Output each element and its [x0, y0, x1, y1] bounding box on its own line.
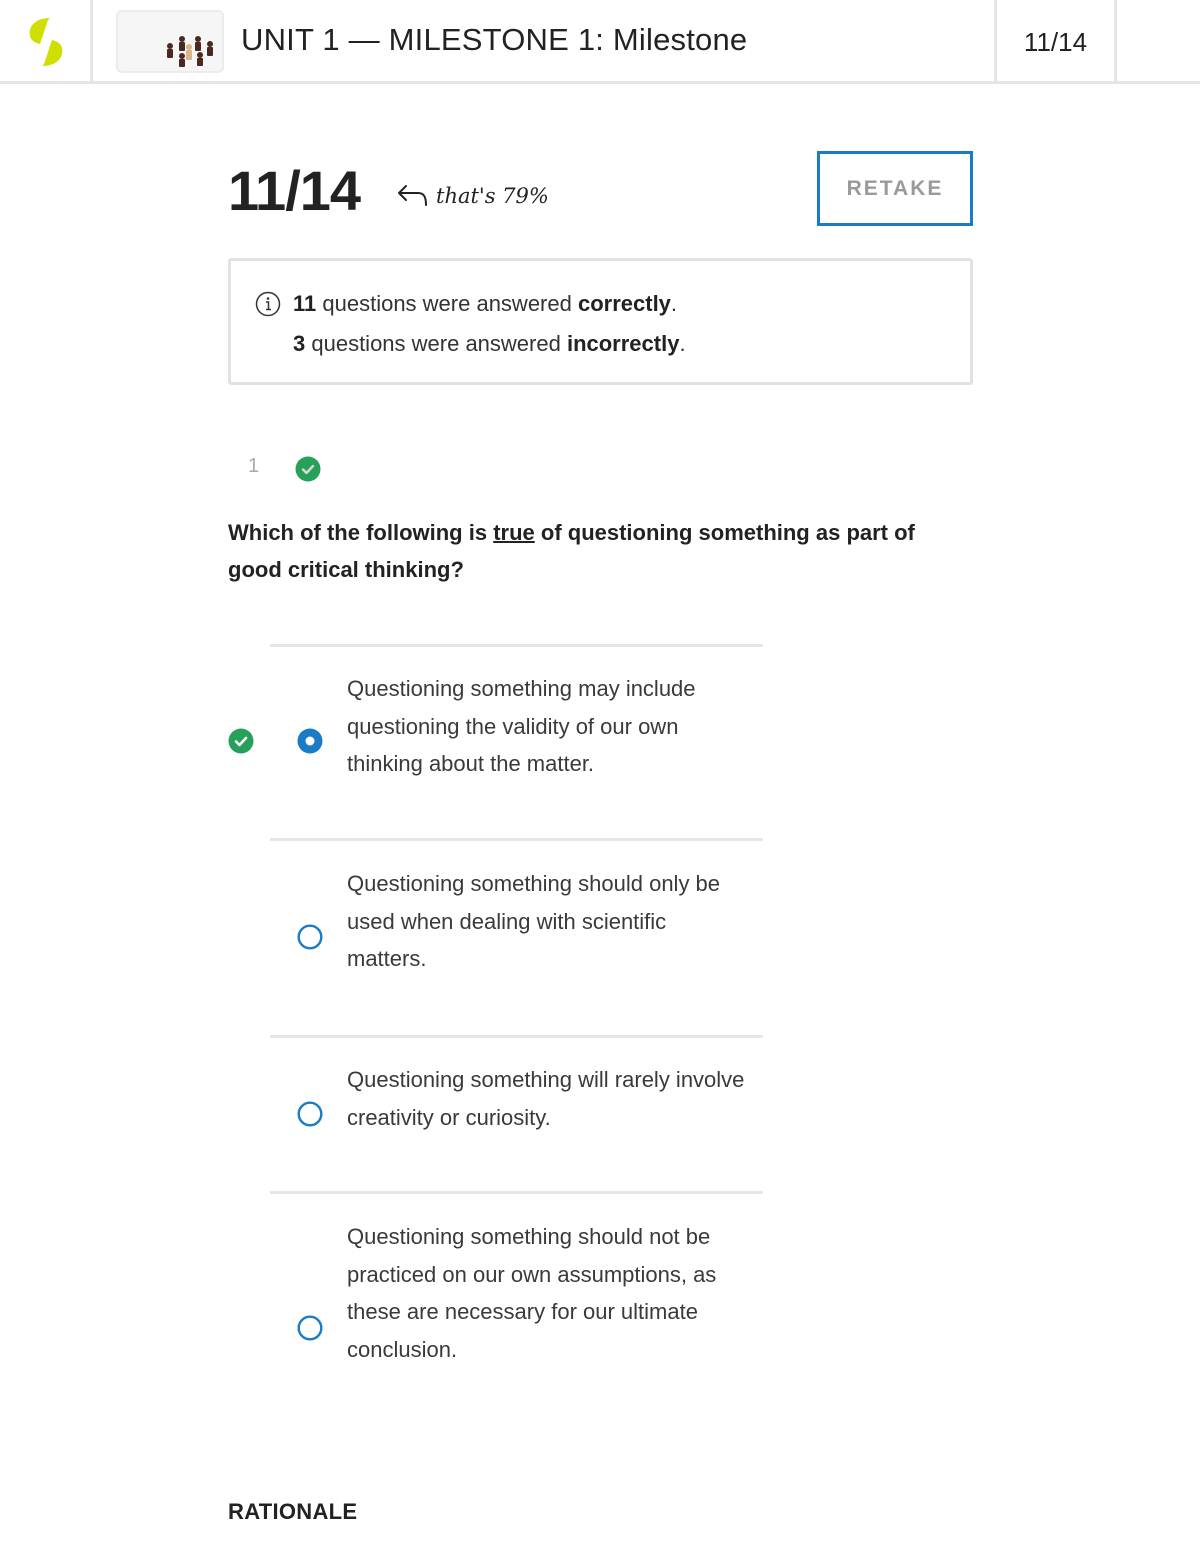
option-text: Questioning something should only be use… [347, 871, 721, 971]
correct-answer-check-icon [228, 728, 254, 754]
incorrect-count: 3 [293, 331, 306, 356]
option-text: Questioning something should not be prac… [347, 1224, 717, 1362]
answer-option[interactable]: Questioning something should not be prac… [228, 1218, 788, 1418]
period: . [670, 291, 678, 316]
option-divider [270, 1191, 763, 1194]
option-text: Questioning something may include questi… [347, 676, 696, 776]
question-emphasis: true [493, 520, 535, 545]
answer-option[interactable]: Questioning something will rarely involv… [228, 1061, 788, 1151]
answer-option[interactable]: Questioning something should only be use… [228, 865, 788, 995]
correct-word: correctly [577, 291, 671, 316]
incorrect-word: incorrectly [566, 331, 680, 356]
option-text: Questioning something will rarely involv… [347, 1067, 745, 1130]
chess-pieces-thumbnail [167, 36, 213, 67]
question-text: Which of the following is true of questi… [228, 514, 973, 588]
radio-unselected-icon[interactable] [297, 924, 323, 950]
question-number: 1 [248, 455, 260, 477]
percent-note: that's 79% [396, 183, 549, 209]
score-display: 11/14 [228, 159, 361, 222]
header-score: 11/14 [1023, 27, 1088, 57]
results-summary-box: 11 questions were answered correctly. 3 … [228, 258, 973, 385]
question-text-before: Which of the following is [228, 520, 494, 545]
percent-note-text: that's 79% [436, 184, 549, 208]
incorrect-summary-text: questions were answered [305, 331, 567, 356]
radio-unselected-icon[interactable] [297, 1315, 323, 1341]
retake-button[interactable]: RETAKE [817, 151, 973, 226]
header-score-cell: 11/14 [994, 0, 1117, 82]
correct-summary-line: 11 questions were answered correctly. [293, 291, 677, 317]
period: . [679, 331, 686, 356]
correct-summary-text: questions were answered [316, 291, 578, 316]
info-icon [255, 291, 281, 317]
incorrect-summary-line: 3 questions were answered incorrectly. [293, 331, 686, 357]
sophia-logo-icon[interactable] [26, 16, 66, 68]
milestone-title: UNIT 1 — MILESTONE 1: Milestone [241, 22, 748, 57]
radio-selected-icon[interactable] [297, 728, 323, 754]
option-divider [270, 1035, 763, 1038]
rationale-heading: RATIONALE [228, 1499, 358, 1524]
curved-arrow-left-icon [398, 185, 427, 206]
option-divider [270, 838, 763, 841]
radio-unselected-icon[interactable] [297, 1101, 323, 1127]
option-divider [270, 644, 763, 647]
correct-check-icon [295, 456, 321, 482]
course-thumbnail[interactable] [116, 10, 224, 73]
answer-option[interactable]: Questioning something may include questi… [228, 670, 788, 800]
top-bar: UNIT 1 — MILESTONE 1: Milestone 11/14 [0, 0, 1200, 84]
correct-count: 11 [293, 291, 317, 316]
logo-cell [0, 0, 93, 82]
